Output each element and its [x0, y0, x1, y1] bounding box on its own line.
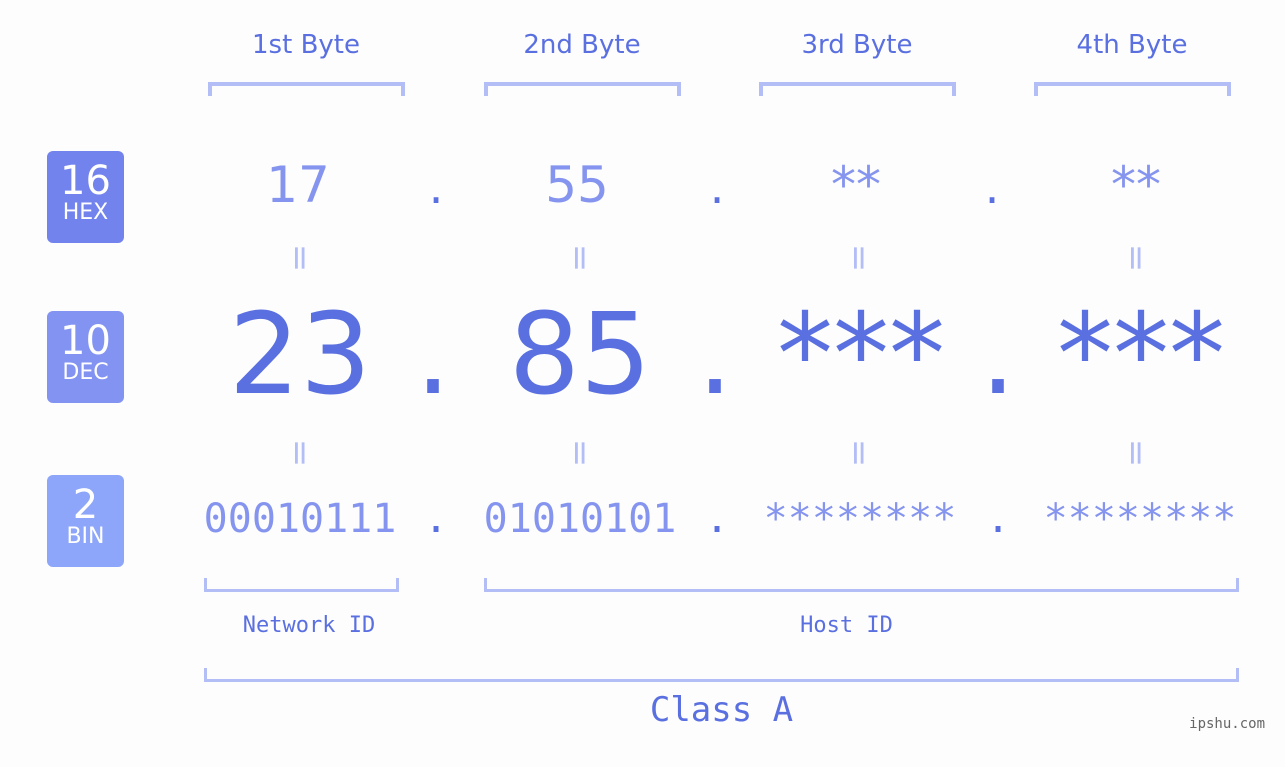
equals-icon: =	[560, 243, 600, 273]
equals-icon: =	[560, 438, 600, 468]
byte-bracket-3	[759, 82, 956, 96]
byte-header-4: 4th Byte	[1076, 30, 1188, 60]
bin-separator-2: .	[704, 496, 730, 542]
host-id-label: Host ID	[800, 613, 893, 638]
equals-icon: =	[839, 243, 879, 273]
dec-base-label: DEC	[62, 360, 109, 385]
bin-badge: 2 BIN	[47, 475, 124, 567]
dec-byte-2: 85	[508, 290, 652, 420]
hex-base-label: HEX	[62, 200, 109, 225]
host-id-bracket	[484, 578, 1239, 592]
network-id-bracket	[204, 578, 399, 592]
hex-separator-1: .	[428, 160, 444, 214]
watermark: ipshu.com	[1189, 716, 1265, 732]
class-label: Class A	[649, 690, 794, 730]
dec-byte-3: ***	[777, 290, 945, 420]
dec-badge: 10 DEC	[47, 311, 124, 403]
byte-header-1: 1st Byte	[252, 30, 360, 60]
equals-icon: =	[1116, 438, 1156, 468]
network-id-label: Network ID	[242, 613, 376, 638]
hex-byte-3: **	[831, 156, 881, 214]
equals-icon: =	[1116, 243, 1156, 273]
byte-header-2: 2nd Byte	[523, 30, 641, 60]
equals-icon: =	[839, 438, 879, 468]
bin-byte-4: ********	[1043, 496, 1237, 542]
bin-separator-1: .	[423, 496, 449, 542]
byte-bracket-1	[208, 82, 405, 96]
dec-base-number: 10	[60, 318, 111, 364]
bin-byte-2: 01010101	[483, 496, 677, 542]
bin-separator-3: .	[985, 496, 1011, 542]
byte-header-3: 3rd Byte	[801, 30, 913, 60]
class-bracket	[204, 668, 1239, 682]
bin-byte-1: 00010111	[203, 496, 397, 542]
equals-icon: =	[280, 243, 320, 273]
hex-separator-3: .	[984, 160, 1000, 214]
hex-base-number: 16	[60, 158, 111, 204]
hex-badge: 16 HEX	[47, 151, 124, 243]
equals-icon: =	[280, 438, 320, 468]
hex-byte-4: **	[1111, 156, 1161, 214]
dec-byte-4: ***	[1057, 290, 1225, 420]
byte-bracket-4	[1034, 82, 1231, 96]
hex-separator-2: .	[709, 160, 725, 214]
dec-byte-1: 23	[228, 290, 372, 420]
bin-base-label: BIN	[66, 524, 105, 549]
bin-base-number: 2	[72, 482, 99, 528]
hex-byte-1: 17	[266, 156, 330, 214]
bin-byte-3: ********	[763, 496, 957, 542]
byte-bracket-2	[484, 82, 681, 96]
hex-byte-2: 55	[545, 156, 609, 214]
